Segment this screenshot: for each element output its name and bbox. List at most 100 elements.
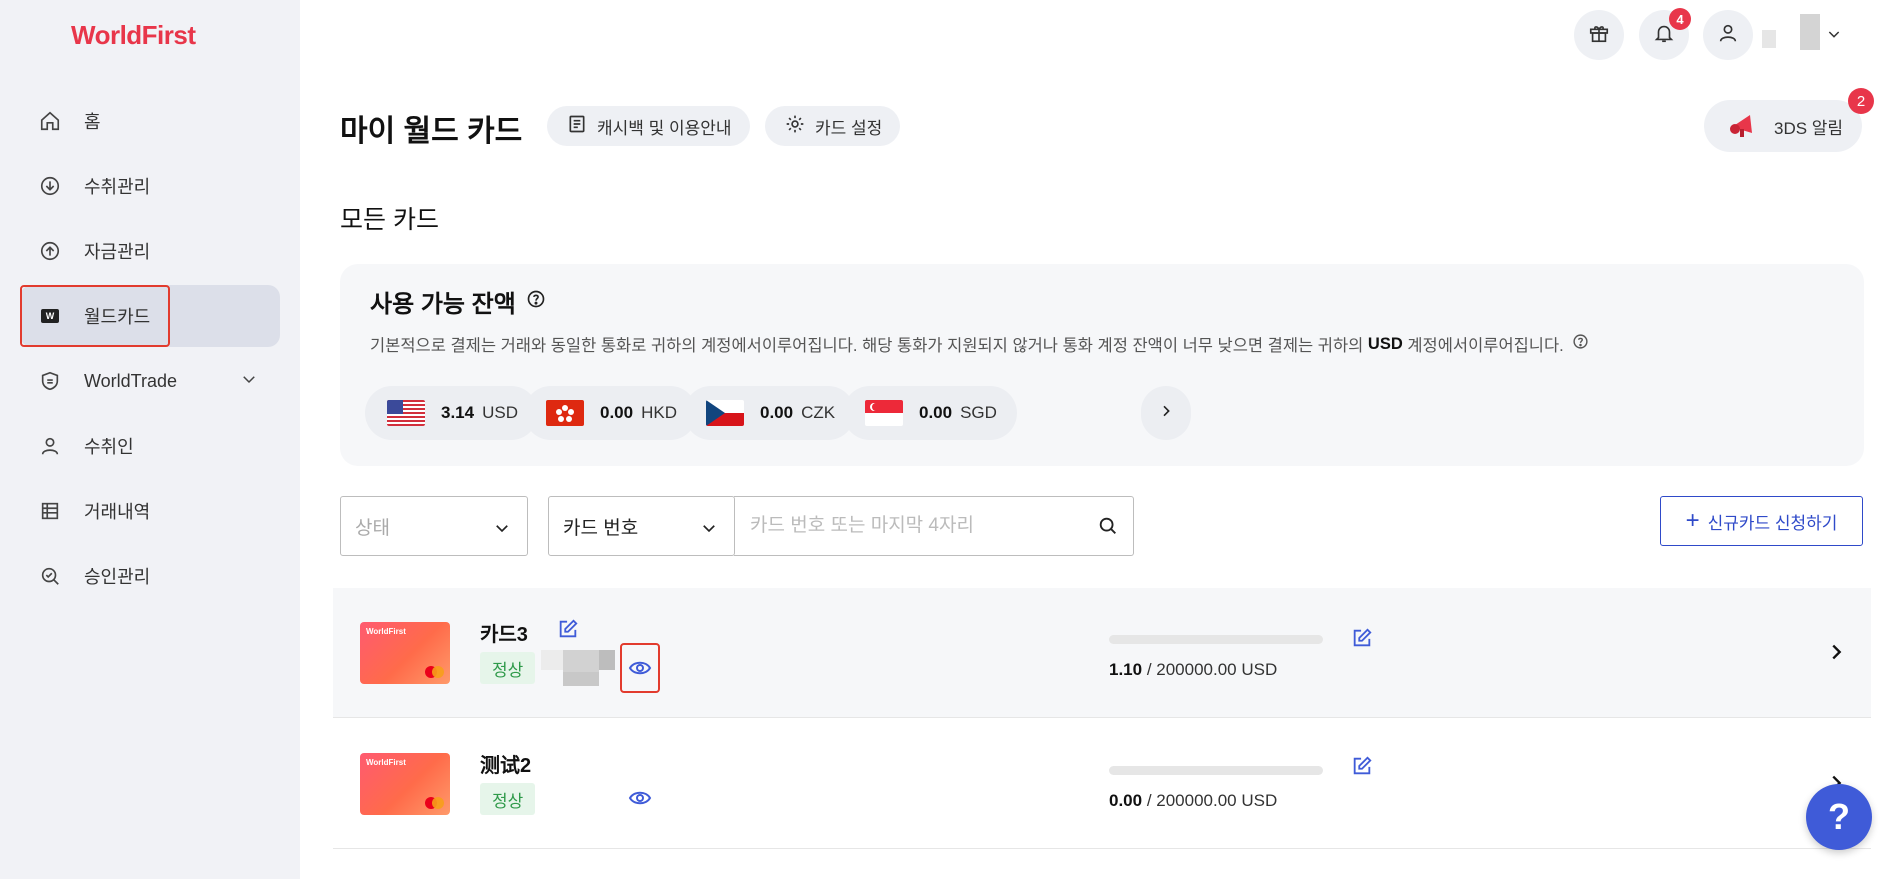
card-brand-text: WorldFirst <box>366 758 406 767</box>
currency-amount: 0.00 <box>600 403 634 422</box>
sidebar-item-label: 수취인 <box>84 437 134 457</box>
mastercard-logo <box>432 797 444 809</box>
chevron-down-icon[interactable] <box>240 370 258 393</box>
card-row[interactable]: WorldFirst 测试2 정상 0.00 / 200000.00 USD <box>333 719 1871 849</box>
3ds-alert-button[interactable]: 3DS 알림 <box>1704 100 1862 152</box>
help-button[interactable]: ? <box>1806 784 1872 850</box>
chevron-down-icon <box>700 519 718 543</box>
currency-code: CZK <box>801 403 836 422</box>
status-filter-select[interactable]: 상태 <box>340 496 528 556</box>
home-icon <box>38 109 62 133</box>
sidebar-item-funds[interactable]: 자금관리 <box>20 220 280 282</box>
currency-code: USD <box>482 403 518 422</box>
edit-limit-icon[interactable] <box>1351 755 1373 777</box>
currency-balance-usd[interactable]: 3.14 USD <box>365 386 538 440</box>
help-circle-icon[interactable] <box>516 288 546 316</box>
currency-code: HKD <box>641 403 677 422</box>
us-flag-icon <box>387 400 425 426</box>
sidebar-item-label: 수취관리 <box>84 177 151 197</box>
mastercard-logo <box>432 666 444 678</box>
search-icon[interactable] <box>1097 515 1119 542</box>
currency-next-button[interactable] <box>1141 386 1191 440</box>
used-amount: 0.00 <box>1109 791 1143 810</box>
used-amount: 1.10 <box>1109 660 1143 679</box>
3ds-alert-label: 3DS 알림 <box>1774 118 1844 138</box>
card-name: 카드3 <box>480 624 528 646</box>
notifications-button[interactable]: 4 <box>1639 8 1691 60</box>
status-badge: 정상 <box>480 783 536 815</box>
currency-balance-sgd[interactable]: 0.00 SGD <box>843 386 1017 440</box>
help-circle-icon[interactable] <box>1564 333 1589 355</box>
profile-button[interactable] <box>1703 10 1753 60</box>
notification-count-badge: 4 <box>1669 8 1691 30</box>
gift-icon <box>1588 22 1610 49</box>
card-image: WorldFirst <box>360 622 450 684</box>
balance-title-text: 사용 가능 잔액 <box>370 291 516 318</box>
page-title: 마이 월드 카드 <box>340 115 523 148</box>
chevron-right-icon[interactable] <box>1825 640 1847 669</box>
limit-amount: / 200000.00 USD <box>1142 791 1278 810</box>
sidebar-item-worldtrade[interactable]: WorldTrade <box>20 350 280 412</box>
chevron-down-icon <box>493 519 511 543</box>
account-name-masked <box>1762 30 1776 48</box>
sidebar-item-label: 승인관리 <box>84 567 151 587</box>
sidebar-item-label: WorldTrade <box>84 370 178 391</box>
sg-flag-icon <box>865 400 903 426</box>
section-title: 모든 카드 <box>340 206 439 234</box>
chevron-down-icon[interactable] <box>1826 26 1842 47</box>
limit-text: 1.10 / 200000.00 USD <box>1109 660 1277 680</box>
worldfirst-logo[interactable]: WorldFirst <box>71 20 196 51</box>
currency-code: SGD <box>960 403 997 422</box>
search-type-value: 카드 번호 <box>563 517 639 539</box>
status-badge: 정상 <box>480 652 536 684</box>
send-icon <box>38 239 62 263</box>
sidebar-item-label: 홈 <box>84 112 101 132</box>
sidebar-item-label: 자금관리 <box>84 242 151 262</box>
currency-balance-czk[interactable]: 0.00 CZK <box>684 386 856 440</box>
available-balance-panel: 사용 가능 잔액 기본적으로 결제는 거래와 동일한 통화로 귀하의 계정에서이… <box>340 264 1864 466</box>
currency-amount: 0.00 <box>760 403 794 422</box>
card-number-masked <box>563 650 599 674</box>
megaphone-icon <box>1726 107 1760 146</box>
card-number-masked <box>599 650 615 670</box>
document-icon <box>567 114 597 139</box>
cashback-guide-button[interactable]: 캐시백 및 이용안내 <box>547 106 750 146</box>
sidebar-item-transactions[interactable]: 거래내역 <box>20 480 280 542</box>
card-search-input[interactable] <box>748 514 1072 538</box>
limit-progress-bar <box>1109 635 1323 644</box>
person-icon <box>38 434 62 458</box>
card-settings-label: 카드 설정 <box>815 118 883 138</box>
sidebar-item-approvals[interactable]: 승인관리 <box>20 545 280 607</box>
chevron-right-icon <box>1158 403 1174 424</box>
user-icon <box>1717 22 1739 49</box>
sidebar-item-label: 거래내역 <box>84 502 151 522</box>
sidebar-item-world-card[interactable]: W 월드카드 <box>20 285 280 347</box>
sidebar-item-receive[interactable]: 수취관리 <box>20 155 280 217</box>
apply-new-card-label: 신규카드 신청하기 <box>1707 513 1838 533</box>
currency-amount: 0.00 <box>919 403 953 422</box>
status-filter-placeholder: 상태 <box>355 517 390 539</box>
shield-icon <box>38 369 62 393</box>
card-row[interactable]: WorldFirst 카드3 정상 1.10 / 200000.00 USD <box>333 588 1871 718</box>
card-search-field <box>734 496 1134 556</box>
edit-limit-icon[interactable] <box>1351 627 1373 649</box>
eye-icon[interactable] <box>626 658 654 678</box>
card-settings-button[interactable]: 카드 설정 <box>765 106 901 146</box>
balance-desc-text: 기본적으로 결제는 거래와 동일한 통화로 귀하의 계정에서이루어집니다. 해당… <box>370 337 1364 355</box>
edit-name-icon[interactable] <box>557 618 579 640</box>
gear-icon <box>785 114 815 139</box>
currency-amount: 3.14 <box>441 403 475 422</box>
card-image: WorldFirst <box>360 753 450 815</box>
limit-amount: / 200000.00 USD <box>1142 660 1278 679</box>
sidebar-item-home[interactable]: 홈 <box>20 90 280 152</box>
apply-new-card-button[interactable]: + 신규카드 신청하기 <box>1660 496 1863 546</box>
sidebar: WorldFirst 홈 수취관리 자금관리 W 월드카드 WorldTrade… <box>0 0 300 879</box>
gift-button[interactable] <box>1574 10 1624 60</box>
search-type-select[interactable]: 카드 번호 <box>548 496 735 556</box>
balance-description: 기본적으로 결제는 거래와 동일한 통화로 귀하의 계정에서이루어집니다. 해당… <box>370 332 1589 356</box>
hk-flag-icon <box>546 400 584 426</box>
sidebar-item-recipients[interactable]: 수취인 <box>20 415 280 477</box>
currency-balance-hkd[interactable]: 0.00 HKD <box>524 386 697 440</box>
eye-icon[interactable] <box>626 788 654 808</box>
balance-title: 사용 가능 잔액 <box>370 284 546 319</box>
